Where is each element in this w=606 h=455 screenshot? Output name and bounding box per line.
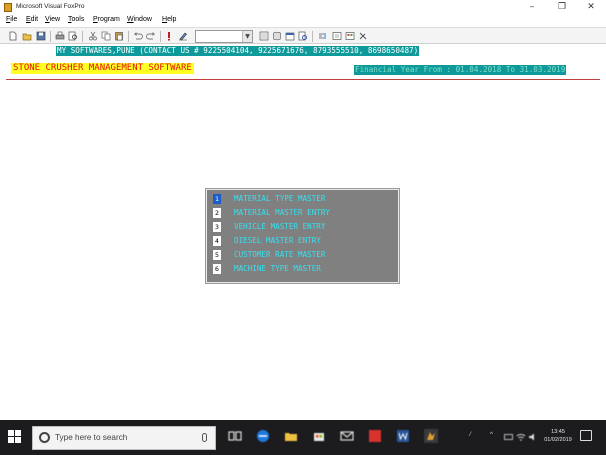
standard-toolbar: ▼ bbox=[0, 27, 606, 44]
chevron-up-icon[interactable]: ^ bbox=[490, 432, 493, 438]
battery-icon[interactable] bbox=[504, 432, 514, 442]
wifi-icon[interactable] bbox=[516, 432, 526, 442]
option-label: CUSTOMER RATE MASTER bbox=[234, 250, 326, 259]
modify-form-icon[interactable] bbox=[178, 31, 188, 41]
option-number: 5 bbox=[213, 250, 221, 260]
chevron-down-icon[interactable]: ▼ bbox=[242, 31, 252, 42]
redo-icon[interactable] bbox=[146, 31, 156, 41]
windows-taskbar: Type here to search ⁄ ^ 13:45 01/02/2019 bbox=[0, 420, 606, 455]
option-label: MACHINE TYPE MASTER bbox=[234, 264, 321, 273]
task-view-icon[interactable] bbox=[228, 429, 242, 443]
menu-bar: File Edit View Tools Program Window Help bbox=[0, 15, 606, 27]
mail-icon[interactable] bbox=[340, 429, 354, 443]
class-browser-icon[interactable] bbox=[332, 31, 342, 41]
option-label: VEHICLE MASTER ENTRY bbox=[234, 222, 326, 231]
toolbar-separator bbox=[82, 31, 83, 42]
option-number: 1 bbox=[213, 194, 221, 204]
minimize-icon[interactable]: – bbox=[518, 1, 546, 14]
contact-banner: MY SOFTWARES,PUNE (CONTACT US # 92255041… bbox=[56, 46, 420, 56]
component-gallery-icon[interactable] bbox=[345, 31, 355, 41]
search-placeholder: Type here to search bbox=[55, 433, 128, 442]
clock-date: 01/02/2019 bbox=[544, 437, 572, 443]
command-window-icon[interactable] bbox=[259, 31, 269, 41]
clock-time: 13:45 bbox=[551, 429, 565, 435]
foxpro-app-icon bbox=[4, 3, 12, 12]
menu-help[interactable]: Help bbox=[162, 16, 176, 23]
menu-file[interactable]: File bbox=[6, 16, 17, 23]
windows-start-icon[interactable] bbox=[8, 430, 22, 444]
option-number: 2 bbox=[213, 208, 221, 218]
master-menu-popup: 1 MATERIAL TYPE MASTER 2 MATERIAL MASTER… bbox=[206, 189, 399, 283]
notification-center-icon[interactable] bbox=[580, 430, 592, 441]
menu-tools[interactable]: Tools bbox=[68, 16, 84, 23]
maximize-icon[interactable]: ❐ bbox=[548, 1, 576, 14]
save-icon[interactable] bbox=[36, 31, 46, 41]
option-number: 3 bbox=[213, 222, 221, 232]
menu-window[interactable]: Window bbox=[127, 16, 152, 23]
code-references-icon[interactable] bbox=[318, 31, 328, 41]
word-icon[interactable] bbox=[396, 429, 410, 443]
undo-icon[interactable] bbox=[133, 31, 143, 41]
close-icon[interactable]: ✕ bbox=[577, 1, 605, 14]
microphone-icon[interactable] bbox=[202, 433, 207, 442]
toolbar-separator bbox=[160, 31, 161, 42]
print-preview-icon[interactable] bbox=[68, 31, 78, 41]
menu-option-diesel-master-entry[interactable]: 4 DIESEL MASTER ENTRY bbox=[213, 235, 393, 247]
store-icon[interactable] bbox=[312, 429, 326, 443]
open-folder-icon[interactable] bbox=[22, 31, 32, 41]
option-number: 4 bbox=[213, 236, 221, 246]
taskbar-search-input[interactable]: Type here to search bbox=[32, 426, 216, 450]
menu-edit[interactable]: Edit bbox=[26, 16, 38, 23]
menu-option-customer-rate-master[interactable]: 5 CUSTOMER RATE MASTER bbox=[213, 249, 393, 261]
database-icon[interactable] bbox=[272, 31, 282, 41]
toolbar-separator bbox=[50, 31, 51, 42]
menu-option-vehicle-master-entry[interactable]: 3 VEHICLE MASTER ENTRY bbox=[213, 221, 393, 233]
volume-icon[interactable] bbox=[528, 432, 538, 442]
copy-icon[interactable] bbox=[101, 31, 111, 41]
cortana-icon bbox=[39, 432, 50, 443]
foxpro-taskbar-icon[interactable] bbox=[424, 429, 438, 443]
menu-view[interactable]: View bbox=[45, 16, 60, 23]
cut-icon[interactable] bbox=[88, 31, 98, 41]
option-label: DIESEL MASTER ENTRY bbox=[234, 236, 321, 245]
menu-option-machine-type-master[interactable]: 6 MACHINE TYPE MASTER bbox=[213, 263, 393, 275]
run-icon[interactable] bbox=[164, 31, 174, 41]
menu-option-material-master-entry[interactable]: 2 MATERIAL MASTER ENTRY bbox=[213, 207, 393, 219]
toolbar-combo[interactable]: ▼ bbox=[195, 30, 253, 43]
app-title: STONE CRUSHER MANAGEMENT SOFTWARE bbox=[11, 63, 194, 74]
edge-browser-icon[interactable] bbox=[256, 429, 270, 443]
new-file-icon[interactable] bbox=[8, 31, 18, 41]
taskbar-clock[interactable]: 13:45 01/02/2019 bbox=[538, 428, 578, 444]
header-divider bbox=[6, 79, 600, 80]
print-icon[interactable] bbox=[55, 31, 65, 41]
menu-option-material-type-master[interactable]: 1 MATERIAL TYPE MASTER bbox=[213, 193, 393, 205]
form-designer-icon[interactable] bbox=[285, 31, 295, 41]
red-app-icon[interactable] bbox=[368, 429, 382, 443]
title-bar: Microsoft Visual FoxPro – ❐ ✕ bbox=[0, 0, 606, 15]
tools-icon[interactable] bbox=[358, 31, 368, 41]
toolbar-separator bbox=[128, 31, 129, 42]
menu-program[interactable]: Program bbox=[93, 16, 120, 23]
report-designer-icon[interactable] bbox=[298, 31, 308, 41]
option-number: 6 bbox=[213, 264, 221, 274]
file-explorer-icon[interactable] bbox=[284, 429, 298, 443]
paste-icon[interactable] bbox=[114, 31, 124, 41]
financial-year-label: Financial Year From : 01.04.2018 To 31.0… bbox=[354, 65, 567, 75]
option-label: MATERIAL MASTER ENTRY bbox=[234, 208, 331, 217]
toolbar-separator bbox=[312, 31, 313, 42]
people-icon[interactable]: ⁄ bbox=[470, 432, 471, 438]
option-label: MATERIAL TYPE MASTER bbox=[234, 194, 326, 203]
window-title: Microsoft Visual FoxPro bbox=[16, 3, 85, 10]
